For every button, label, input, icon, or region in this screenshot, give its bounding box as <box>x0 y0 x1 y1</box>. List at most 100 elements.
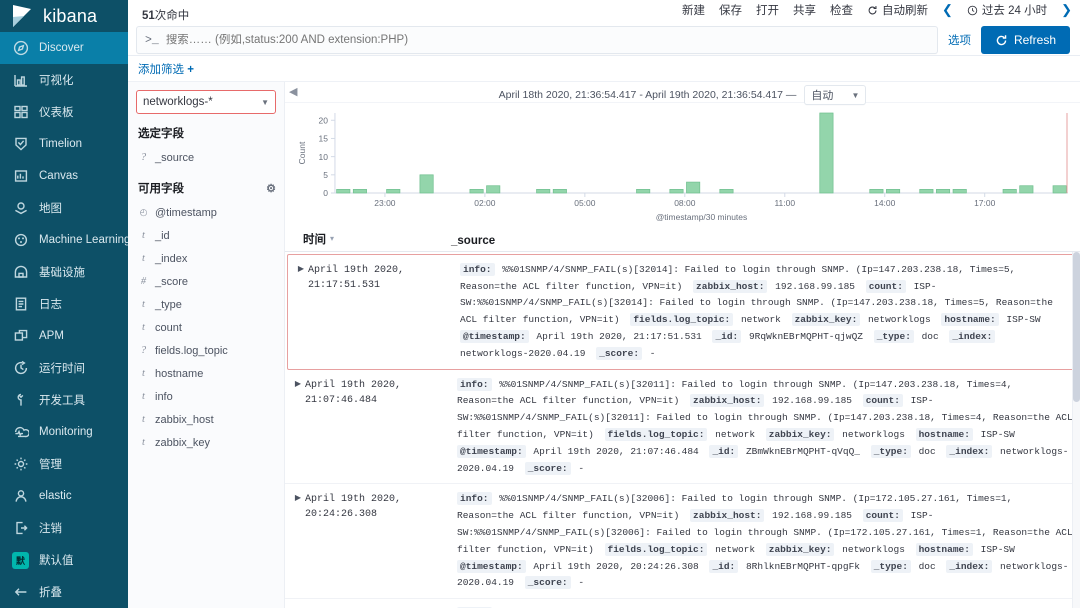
infrastructure-icon <box>12 264 29 281</box>
index-pattern-selector[interactable]: networklogs-* ▼ <box>136 90 276 114</box>
table-row[interactable]: ▶ April 19th 2020, 21:17:51.531 info: %%01… <box>287 253 1078 370</box>
kibana-app: kibana Discover 可视化 仪表板 Timelion Canvas 地图 Mac… <box>0 0 1080 608</box>
apm-icon <box>12 328 29 345</box>
sidebar-item-可视化[interactable]: 可视化 <box>0 64 128 96</box>
field-item-_source[interactable]: ? _source <box>136 146 276 169</box>
gear-icon[interactable]: ⚙ <box>266 182 276 195</box>
source-field-key: count: <box>862 394 903 408</box>
kibana-logo[interactable]: kibana <box>0 0 128 32</box>
source-field-key: count: <box>865 279 906 293</box>
svg-text:20: 20 <box>319 115 329 125</box>
svg-text:5: 5 <box>323 170 328 180</box>
field-type-icon: t <box>142 322 145 333</box>
sort-icon[interactable]: ▾ <box>330 234 334 243</box>
expand-row-icon[interactable]: ▶ <box>291 491 305 592</box>
table-row[interactable]: ▶April 19th 2020, 20:22:26.291info: %%01… <box>285 599 1080 608</box>
nav-save[interactable]: 保存 <box>719 2 742 18</box>
svg-text:15: 15 <box>319 134 329 144</box>
field-sidebar: networklogs-* ▼ 选定字段 ? _source 可用字段 ⚙ ◴ @t… <box>128 82 285 608</box>
field-type-icon: t <box>142 391 145 402</box>
bar-chart-icon <box>12 72 29 89</box>
time-picker[interactable]: 过去 24 小时 <box>967 2 1047 18</box>
sidebar-item-apm[interactable]: APM <box>0 320 128 352</box>
source-field-key: zabbix_host: <box>690 509 765 523</box>
expand-row-icon[interactable]: ▶ <box>294 262 308 363</box>
scrollbar-thumb[interactable] <box>1073 251 1080 402</box>
sidebar-item-timelion[interactable]: Timelion <box>0 128 128 160</box>
field-item-@timestamp[interactable]: ◴ @timestamp <box>136 201 276 224</box>
sidebar-item-注销[interactable]: 注销 <box>0 512 128 544</box>
field-item-_score[interactable]: # _score <box>136 270 276 293</box>
column-header-time[interactable]: 时间 ▾ <box>303 231 451 247</box>
doc-table-rows: ▶ April 19th 2020, 21:17:51.531 info: %%01… <box>285 251 1080 608</box>
timelion-icon <box>12 136 29 153</box>
field-item-fields.log_topic[interactable]: ? fields.log_topic <box>136 339 276 362</box>
field-name: zabbix_key <box>155 436 211 449</box>
field-item-_id[interactable]: t _id <box>136 224 276 247</box>
primary-sidebar: kibana Discover 可视化 仪表板 Timelion Canvas 地图 Mac… <box>0 0 130 608</box>
map-marker-icon <box>12 200 29 217</box>
svg-text:05:00: 05:00 <box>574 198 595 208</box>
field-item-_index[interactable]: t _index <box>136 247 276 270</box>
hits-suffix: 次命中 <box>154 10 190 22</box>
available-fields-list: ◴ @timestamp t _id t _index # _score t _type t coun… <box>136 201 276 454</box>
field-name: _type <box>155 298 182 311</box>
sidebar-item-machine-learning[interactable]: Machine Learning <box>0 224 130 256</box>
sidebar-item-折叠[interactable]: 折叠 <box>0 576 128 608</box>
sidebar-item-elastic[interactable]: elastic <box>0 480 128 512</box>
source-field-key: _score: <box>524 461 571 475</box>
add-filter-button[interactable]: 添加筛选 + <box>138 61 194 77</box>
refresh-button[interactable]: Refresh <box>980 26 1070 54</box>
chart-header: ◀ April 18th 2020, 21:36:54.417 - April … <box>285 82 1080 105</box>
source-field-key: hostname: <box>915 427 973 441</box>
column-header-time-label: 时间 <box>303 233 326 246</box>
field-item-zabbix_host[interactable]: t zabbix_host <box>136 408 276 431</box>
sidebar-item-monitoring[interactable]: Monitoring <box>0 416 128 448</box>
scroll-rail[interactable] <box>1072 251 1080 608</box>
sidebar-item-管理[interactable]: 管理 <box>0 448 128 480</box>
svg-text:14:00: 14:00 <box>874 198 895 208</box>
sidebar-item-canvas[interactable]: Canvas <box>0 160 128 192</box>
brand-name: kibana <box>43 5 98 26</box>
histogram-chart[interactable]: 0 5 10 15 20 Count 23:00 02:00 05:00 08:00 11:00 14… <box>285 103 1080 223</box>
expand-row-icon[interactable]: ▶ <box>291 377 305 478</box>
nav-share[interactable]: 共享 <box>793 2 816 18</box>
time-prev-button[interactable]: ❮ <box>942 2 953 18</box>
nav-new[interactable]: 新建 <box>682 2 705 18</box>
source-field-key: @timestamp: <box>457 444 526 458</box>
search-field-wrapper[interactable]: >_ <box>136 26 938 54</box>
sidebar-item-地图[interactable]: 地图 <box>0 192 128 224</box>
dashboard-icon <box>12 104 29 121</box>
cell-time: April 19th 2020, 21:17:51.531 <box>308 264 405 291</box>
sidebar-item-label: 日志 <box>39 299 62 311</box>
sidebar-item-discover[interactable]: Discover <box>0 32 128 64</box>
sidebar-item-开发工具[interactable]: 开发工具 <box>0 384 128 416</box>
sidebar-item-label: Monitoring <box>39 426 93 438</box>
sidebar-item-默认值[interactable]: 默默认值 <box>0 544 128 576</box>
heartbeat-icon <box>12 424 29 441</box>
field-item-_type[interactable]: t _type <box>136 293 276 316</box>
search-input[interactable] <box>165 34 929 46</box>
field-item-count[interactable]: t count <box>136 316 276 339</box>
nav-auto-refresh[interactable]: 自动刷新 <box>867 2 928 18</box>
source-field-value: networklogs <box>836 428 911 440</box>
sidebar-item-日志[interactable]: 日志 <box>0 288 128 320</box>
svg-text:08:00: 08:00 <box>674 198 695 208</box>
field-item-zabbix_key[interactable]: t zabbix_key <box>136 431 276 454</box>
source-field-key: info: <box>457 492 492 506</box>
sidebar-item-运行时间[interactable]: 运行时间 <box>0 352 128 384</box>
nav-open[interactable]: 打开 <box>756 2 779 18</box>
sidebar-item-基础设施[interactable]: 基础设施 <box>0 256 128 288</box>
nav-inspect[interactable]: 检查 <box>830 2 853 18</box>
field-item-hostname[interactable]: t hostname <box>136 362 276 385</box>
sidebar-item-仪表板[interactable]: 仪表板 <box>0 96 128 128</box>
source-field-key: _index: <box>949 329 996 343</box>
field-item-info[interactable]: t info <box>136 385 276 408</box>
table-row[interactable]: ▶ April 19th 2020, 21:07:46.484 info: %%01… <box>285 370 1080 485</box>
table-row[interactable]: ▶ April 19th 2020, 20:24:26.308 info: %%01… <box>285 484 1080 600</box>
options-link[interactable]: 选项 <box>944 32 975 48</box>
sidebar-item-label: elastic <box>39 490 72 502</box>
field-type-icon: t <box>142 368 145 379</box>
time-next-button[interactable]: ❯ <box>1061 2 1072 18</box>
global-nav-actions: 新建 保存 打开 共享 检查 自动刷新 ❮ 过去 24 小时 ❯ <box>682 2 1072 18</box>
